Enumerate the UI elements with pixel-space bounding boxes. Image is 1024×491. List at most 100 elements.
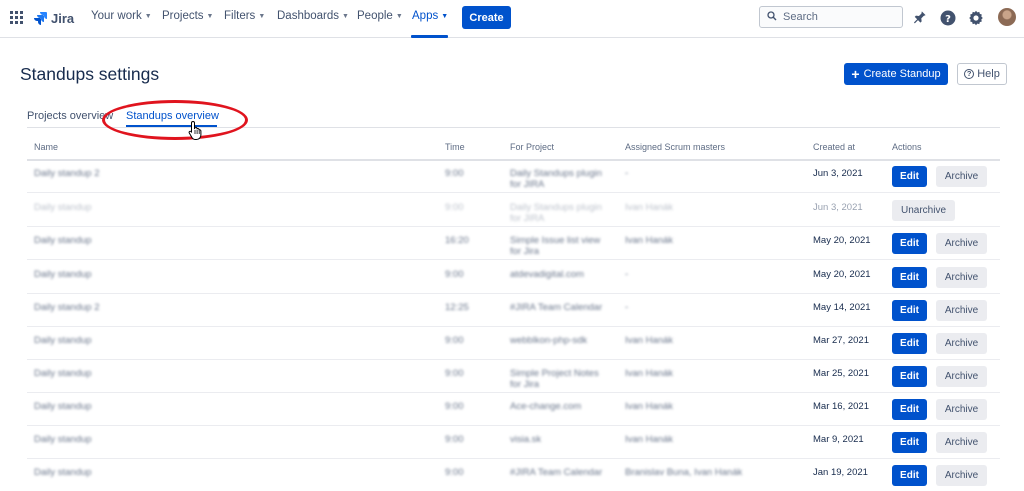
cell-time: 9:00 [445,368,464,379]
cell-scrum-masters: Ivan Hanák [625,235,674,246]
header-created-at: Created at [813,142,856,152]
cell-time: 16:20 [445,235,469,246]
table-row: Daily standup 9:00 #JIRA Team Calendar Bran… [27,459,1000,491]
header-name: Name [34,142,59,152]
plus-icon: + [851,66,860,82]
cell-created-at: May 14, 2021 [813,302,871,313]
edit-button[interactable]: Edit [892,300,927,321]
nav-your-work[interactable]: Your work ▼ [91,10,152,22]
chevron-down-icon: ▼ [441,12,449,20]
archive-button[interactable]: Archive [936,333,987,354]
cell-project: visia.sk [510,434,542,445]
highlight-annotation [102,100,248,140]
archive-button[interactable]: Archive [936,432,987,453]
edit-button[interactable]: Edit [892,399,927,420]
nav-projects[interactable]: Projects ▼ [162,10,213,22]
question-icon: ? [964,69,975,79]
cell-name: Daily standup [34,235,92,246]
edit-button[interactable]: Edit [892,465,927,486]
cell-name: Daily standup [34,269,92,280]
cell-scrum-masters: Ivan Hanák [625,202,674,213]
apps-grid-icon[interactable] [10,11,23,24]
active-nav-indicator [411,35,448,38]
cell-project: Simple Project Notes for Jira [510,368,599,390]
cell-project: Daily Standups plugin for JIRA [510,168,602,190]
archive-button[interactable]: Archive [936,465,987,486]
header-for-project: For Project [510,142,555,152]
table-row: Daily standup 16:20 Simple Issue list view… [27,227,1000,260]
table-row: Daily standup 2 9:00 Daily Standups plugin… [27,160,1000,193]
notifications-icon[interactable] [911,9,928,26]
cell-time: 12:25 [445,302,469,313]
cell-scrum-masters: Ivan Hanák [625,335,674,346]
table-row: Daily standup 9:00 visia.sk Ivan Hanák Mar 9… [27,426,1000,459]
tab-projects-overview[interactable]: Projects overview [27,110,113,122]
unarchive-button[interactable]: Unarchive [892,200,955,221]
table-row: Daily standup 9:00 Daily Standups plugin f… [27,194,1000,227]
archive-button[interactable]: Archive [936,267,987,288]
chevron-down-icon: ▼ [395,12,403,20]
archive-button[interactable]: Archive [936,300,987,321]
create-standup-label: Create Standup [863,68,941,80]
archive-button[interactable]: Archive [936,366,987,387]
header-scrum-masters: Assigned Scrum masters [625,142,726,152]
settings-icon[interactable] [967,9,984,26]
cell-scrum-masters: Ivan Hanák [625,434,674,445]
cell-scrum-masters: - [625,168,629,179]
create-standup-button[interactable]: + Create Standup [844,63,948,85]
jira-logo[interactable]: Jira [33,9,74,27]
cell-name: Daily standup [34,401,92,412]
nav-dashboards[interactable]: Dashboards ▼ [277,10,349,22]
search-input[interactable] [783,11,893,23]
cell-project: webblkon-php-sdk [510,335,588,346]
cell-name: Daily standup [34,434,92,445]
create-button[interactable]: Create [462,6,511,29]
nav-filters[interactable]: Filters ▼ [224,10,265,22]
avatar[interactable] [998,8,1016,26]
edit-button[interactable]: Edit [892,267,927,288]
nav-apps-label: Apps [412,10,439,22]
help-label: Help [977,68,1000,80]
jira-logo-icon [33,11,47,25]
cell-scrum-masters: Ivan Hanák [625,401,674,412]
cell-name: Daily standup [34,467,92,478]
edit-button[interactable]: Edit [892,366,927,387]
chevron-down-icon: ▼ [144,12,152,20]
nav-your-work-label: Your work [91,10,142,22]
edit-button[interactable]: Edit [892,333,927,354]
nav-people-label: People [357,10,393,22]
cell-created-at: Jan 19, 2021 [813,467,868,478]
search-icon [767,8,777,26]
svg-text:?: ? [945,14,951,25]
cell-name: Daily standup [34,368,92,379]
help-icon[interactable]: ? [939,9,956,26]
archive-button[interactable]: Archive [936,166,987,187]
cell-created-at: Jun 3, 2021 [813,202,863,213]
cell-project: atdevadigital.com [510,269,584,280]
table-row: Daily standup 2 12:25 #JIRA Team Calendar -… [27,294,1000,327]
archive-button[interactable]: Archive [936,233,987,254]
cell-time: 9:00 [445,202,464,213]
cell-created-at: May 20, 2021 [813,269,871,280]
page-title: Standups settings [20,64,160,84]
top-navigation: Jira Your work ▼ Projects ▼ Filters ▼ Dashb… [0,0,1024,38]
nav-people[interactable]: People ▼ [357,10,403,22]
cell-created-at: Jun 3, 2021 [813,168,863,179]
search-field[interactable] [759,6,903,28]
nav-apps[interactable]: Apps ▼ [412,10,448,22]
table-row: Daily standup 9:00 Ace-change.com Ivan Haná… [27,393,1000,426]
help-button[interactable]: ? Help [957,63,1007,85]
cell-time: 9:00 [445,168,464,179]
edit-button[interactable]: Edit [892,233,927,254]
cell-time: 9:00 [445,269,464,280]
cell-time: 9:00 [445,434,464,445]
edit-button[interactable]: Edit [892,432,927,453]
edit-button[interactable]: Edit [892,166,927,187]
archive-button[interactable]: Archive [936,399,987,420]
cell-name: Daily standup [34,202,92,213]
table-row: Daily standup 9:00 atdevadigital.com - May 2… [27,261,1000,294]
cell-scrum-masters: Ivan Hanák [625,368,674,379]
cell-name: Daily standup [34,335,92,346]
logo-text: Jira [51,10,75,26]
cell-scrum-masters: - [625,302,629,313]
